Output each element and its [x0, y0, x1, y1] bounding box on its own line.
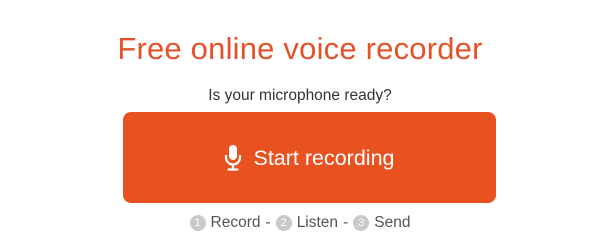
microphone-question: Is your microphone ready? — [208, 87, 392, 104]
microphone-icon — [224, 144, 242, 172]
steps-indicator: 1 Record - 2 Listen - 3 Send — [0, 212, 600, 234]
step-label-listen: Listen — [296, 214, 339, 231]
start-recording-label: Start recording — [253, 145, 395, 170]
step-separator: - — [343, 214, 349, 231]
step-separator: - — [265, 214, 271, 231]
page-title: Free online voice recorder — [117, 30, 483, 66]
step-number-badge: 3 — [353, 215, 370, 231]
page: Free online voice recorder Is your micro… — [0, 0, 600, 251]
step-label-record: Record — [210, 214, 261, 231]
step-label-send: Send — [374, 214, 411, 231]
step-number-badge: 1 — [189, 215, 206, 231]
step-number-badge: 2 — [275, 215, 292, 231]
start-recording-button[interactable]: Start recording — [123, 112, 496, 203]
